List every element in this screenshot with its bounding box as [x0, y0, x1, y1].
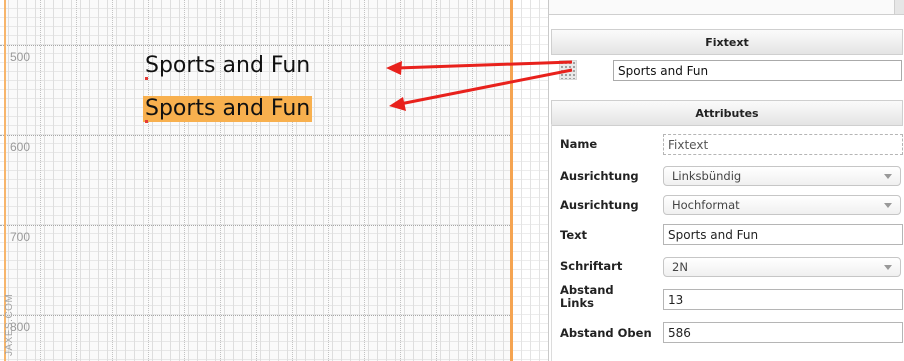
properties-panel: Fixtext Attributes Name Ausrichtung Link…: [548, 0, 904, 361]
margin-top-input[interactable]: [663, 322, 903, 343]
alignment-label: Ausrichtung: [560, 169, 639, 183]
grid-guide: [40, 0, 41, 361]
ruler-line: [0, 315, 512, 316]
canvas-text-item-selected[interactable]: Sports and Fun: [143, 96, 313, 122]
margin-top-label: Abstand Oben: [560, 326, 652, 340]
drag-handle-icon[interactable]: [559, 60, 577, 80]
name-input[interactable]: [663, 134, 903, 155]
design-canvas[interactable]: 500 600 700 800 JAXES.COM Sports and Fun…: [0, 0, 548, 361]
name-label: Name: [560, 137, 598, 151]
alignment-select-value: Linksbündig: [672, 169, 742, 183]
attributes-section-header[interactable]: Attributes: [551, 100, 903, 126]
ruler-line: [0, 45, 512, 46]
orientation-label: Ausrichtung: [560, 198, 639, 212]
grid-guide: [436, 0, 437, 361]
text-label: Text: [560, 228, 588, 242]
canvas-text-item[interactable]: Sports and Fun: [143, 53, 312, 79]
text-input[interactable]: [663, 224, 903, 245]
font-label: Schriftart: [560, 259, 623, 273]
chevron-down-icon: [884, 174, 892, 179]
attributes-form: Name Ausrichtung Linksbündig Ausrichtung…: [551, 124, 904, 361]
margin-left-label: Abstand Links: [560, 283, 614, 310]
ruler-label: 700: [10, 230, 31, 244]
ruler-line: [0, 135, 512, 136]
scrollbar-stub[interactable]: [894, 0, 904, 14]
grid-guide: [400, 0, 401, 361]
fixtext-value-input[interactable]: [613, 60, 902, 81]
chevron-down-icon: [884, 265, 892, 270]
grid-guide: [328, 0, 329, 361]
page-margin-right[interactable]: [510, 0, 513, 361]
grid-guide: [364, 0, 365, 361]
panel-top-strip: [549, 0, 904, 15]
ruler-label: 600: [10, 140, 31, 154]
alignment-select[interactable]: Linksbündig: [663, 166, 901, 186]
orientation-select[interactable]: Hochformat: [663, 195, 901, 215]
ruler-label: 500: [10, 50, 31, 64]
grid-guide: [112, 0, 113, 361]
chevron-down-icon: [884, 203, 892, 208]
fixtext-section-header[interactable]: Fixtext: [551, 29, 903, 55]
anchor-marker: [145, 77, 148, 80]
anchor-marker: [145, 120, 148, 123]
orientation-select-value: Hochformat: [672, 198, 740, 212]
grid-guide: [472, 0, 473, 361]
font-select[interactable]: 2N: [663, 257, 901, 277]
watermark: JAXES.COM: [4, 293, 15, 356]
grid-guide: [76, 0, 77, 361]
margin-left-input[interactable]: [663, 289, 903, 310]
ruler-line: [0, 225, 512, 226]
font-select-value: 2N: [672, 260, 688, 274]
